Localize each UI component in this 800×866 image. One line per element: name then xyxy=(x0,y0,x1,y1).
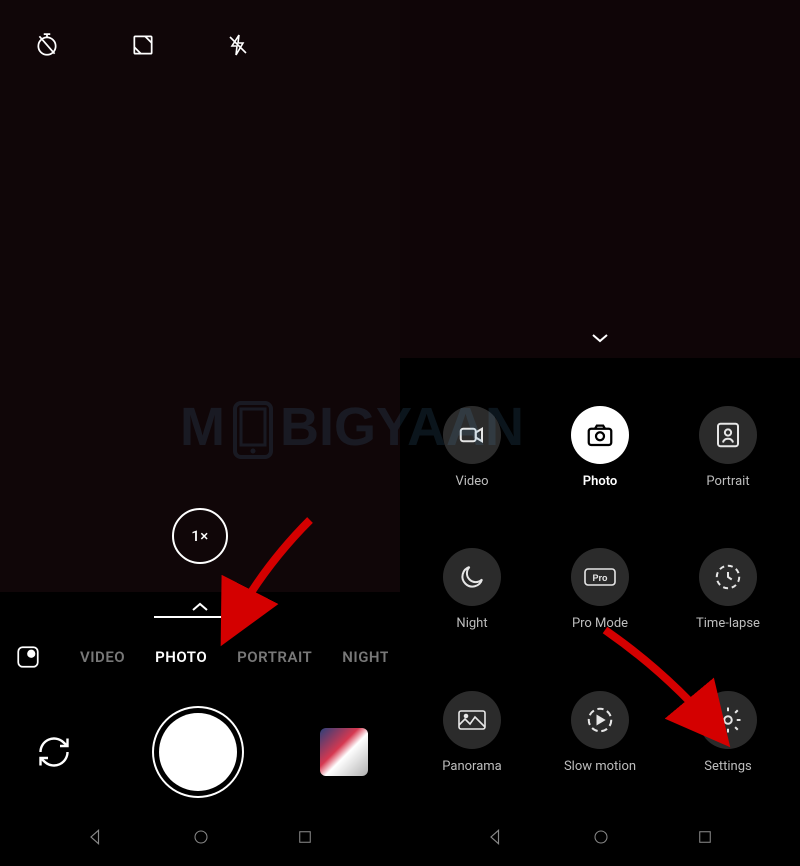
timelapse-icon xyxy=(699,548,757,606)
gear-icon xyxy=(699,691,757,749)
nav-back-icon[interactable] xyxy=(486,827,506,851)
mode-tile-label: Time-lapse xyxy=(696,616,760,631)
mode-tile-night[interactable]: Night xyxy=(408,519,536,662)
switch-camera-button[interactable] xyxy=(32,730,76,774)
zoom-label: 1× xyxy=(191,527,209,545)
mode-tile-label: Night xyxy=(456,616,487,631)
viewfinder-area: 1× xyxy=(0,0,400,592)
android-nav-bar xyxy=(400,812,800,866)
filters-button[interactable] xyxy=(12,641,44,673)
mode-tile-label: Slow motion xyxy=(564,759,636,774)
slowmo-icon xyxy=(571,691,629,749)
flash-off-icon[interactable] xyxy=(226,32,250,62)
mode-tile-label: Portrait xyxy=(706,474,749,489)
camera-icon xyxy=(571,406,629,464)
android-nav-bar xyxy=(0,812,400,866)
mode-tile-label: Panorama xyxy=(442,759,502,774)
svg-text:Pro: Pro xyxy=(592,573,608,583)
nav-recents-icon[interactable] xyxy=(696,828,714,850)
shutter-button[interactable] xyxy=(159,713,237,791)
mode-tile-label: Pro Mode xyxy=(572,616,628,631)
nav-home-icon[interactable] xyxy=(592,828,610,850)
pro-icon: Pro xyxy=(571,548,629,606)
timer-off-icon[interactable] xyxy=(34,32,60,62)
mode-tile-slow-motion[interactable]: Slow motion xyxy=(536,661,664,804)
moon-icon xyxy=(443,548,501,606)
mode-drawer-handle[interactable] xyxy=(0,592,400,622)
mode-tile-label: Settings xyxy=(704,759,751,774)
camera-viewfinder-screen: 1× VIDEO PHOTO PORTRAIT NIGHT xyxy=(0,0,400,866)
mode-photo[interactable]: PHOTO xyxy=(155,648,207,666)
camera-modes-screen: Video Photo Portrait Night Pro Pro Mode Time-l… xyxy=(400,0,800,866)
gallery-thumbnail[interactable] xyxy=(320,728,368,776)
zoom-button[interactable]: 1× xyxy=(172,508,228,564)
chevron-down-icon[interactable] xyxy=(590,329,610,348)
portrait-icon xyxy=(699,406,757,464)
mode-night[interactable]: NIGHT xyxy=(342,648,388,666)
mode-tile-portrait[interactable]: Portrait xyxy=(664,376,792,519)
mode-tile-video[interactable]: Video xyxy=(408,376,536,519)
mode-selector[interactable]: VIDEO PHOTO PORTRAIT NIGHT xyxy=(68,648,388,666)
modes-grid: Video Photo Portrait Night Pro Pro Mode Time-l… xyxy=(400,358,800,812)
nav-back-icon[interactable] xyxy=(86,827,106,851)
mode-tile-settings[interactable]: Settings xyxy=(664,661,792,804)
active-mode-indicator xyxy=(154,616,246,618)
chevron-up-icon xyxy=(190,598,210,617)
mode-tile-time-lapse[interactable]: Time-lapse xyxy=(664,519,792,662)
videocam-icon xyxy=(443,406,501,464)
mode-tile-panorama[interactable]: Panorama xyxy=(408,661,536,804)
nav-recents-icon[interactable] xyxy=(296,828,314,850)
mode-tile-label: Photo xyxy=(583,474,618,489)
collapsed-viewfinder-area xyxy=(400,0,800,358)
mode-video[interactable]: VIDEO xyxy=(80,648,125,666)
mode-tile-pro-mode[interactable]: Pro Pro Mode xyxy=(536,519,664,662)
mode-tile-label: Video xyxy=(455,474,488,489)
mode-portrait[interactable]: PORTRAIT xyxy=(237,648,312,666)
mode-tile-photo[interactable]: Photo xyxy=(536,376,664,519)
aspect-ratio-icon[interactable] xyxy=(130,32,156,62)
nav-home-icon[interactable] xyxy=(192,828,210,850)
panorama-icon xyxy=(443,691,501,749)
